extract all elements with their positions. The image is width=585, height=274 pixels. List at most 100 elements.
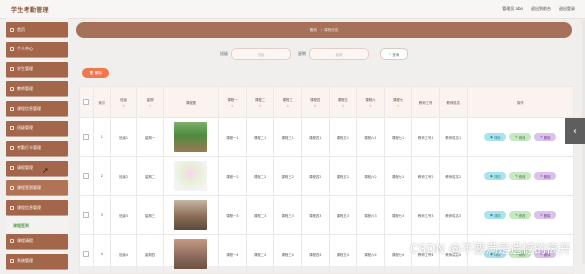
- edit-button[interactable]: ✎ 修改: [509, 211, 532, 219]
- sidebar-item-profile[interactable]: 个人中心: [6, 41, 68, 57]
- cell-c1: 课程一1: [218, 117, 247, 157]
- sidebar-item-teachers[interactable]: 教师管理: [6, 81, 68, 97]
- course-image[interactable]: [174, 161, 208, 191]
- sidebar-item-students[interactable]: 学生管理: [6, 61, 68, 77]
- cell-c2: 课程二1: [245, 117, 275, 157]
- cell-index: 1: [92, 117, 111, 157]
- cell-c7: 课程七2: [383, 156, 413, 196]
- top-bar: 学生考勤管理 管理员 abo 退出到前台 退出登录: [0, 0, 585, 19]
- course-image[interactable]: [174, 239, 208, 269]
- cell-c2: 课程二4: [245, 234, 275, 274]
- sidebar-item-course-leave[interactable]: 课程请假: [6, 233, 68, 249]
- trash-icon: 🗑: [89, 71, 94, 75]
- cell-week: 星期三: [136, 195, 164, 235]
- mouse-cursor-icon: ➚: [42, 166, 49, 175]
- watermark: CSDN @不要满是遗憾的离开: [409, 242, 571, 256]
- cell-teacher-name: 教师姓名1: [438, 117, 468, 157]
- col-c6[interactable]: 课程六 ⇅: [356, 86, 385, 118]
- edit-button[interactable]: ✎ 修改: [509, 133, 532, 141]
- col-c7[interactable]: 课程七 ⇅: [383, 86, 413, 118]
- row-delete-button[interactable]: ✕ 删除: [534, 133, 557, 141]
- view-button[interactable]: ◉ 详情: [484, 172, 507, 180]
- view-button[interactable]: ◉ 详情: [484, 133, 507, 141]
- leave-icon: [10, 166, 14, 171]
- col-c2[interactable]: 课程二 ⇅: [245, 86, 275, 118]
- edit-button[interactable]: ✎ 修改: [509, 172, 532, 180]
- week-input[interactable]: 星期: [309, 48, 369, 60]
- col-class[interactable]: 班级 ⇅: [109, 86, 138, 118]
- table-row: 3 班级3 星期三 课程一3 课程二3 课程三3 课程四3 课程五3 课程六3 课程七3 教师工号3…: [79, 195, 575, 235]
- sort-icon: ⇅: [286, 103, 289, 108]
- cell-c6: 课程六1: [356, 117, 385, 157]
- cell-class: 班级4: [109, 234, 138, 274]
- cell-index: 3: [92, 195, 111, 235]
- cell-c5: 课程五2: [328, 156, 358, 196]
- sidebar-item-attendance[interactable]: 考勤打卡管理: [6, 140, 68, 156]
- exit-home-link[interactable]: 退出到前台: [531, 6, 551, 12]
- course-image[interactable]: [174, 200, 208, 230]
- signin-icon: [10, 185, 14, 190]
- app-title: 学生考勤管理: [11, 7, 49, 14]
- cell-index: 4: [92, 234, 111, 274]
- cell-image: [162, 195, 220, 235]
- col-c5[interactable]: 课程五 ⇅: [328, 86, 358, 118]
- breadcrumb: 首页 / 课程信息: [76, 22, 572, 38]
- teacher-icon: [10, 86, 14, 91]
- breadcrumb-home[interactable]: 首页: [310, 28, 317, 33]
- row-checkbox[interactable]: [79, 234, 94, 274]
- cell-c3: 课程三2: [273, 156, 302, 196]
- sort-icon: ⇅: [369, 103, 372, 108]
- chevron-left-icon[interactable]: ‹: [565, 118, 585, 144]
- col-c3[interactable]: 课程三 ⇅: [273, 86, 302, 118]
- row-checkbox[interactable]: [79, 195, 94, 235]
- sidebar-item-course-info[interactable]: 课程信息管理: [6, 200, 68, 216]
- col-image: 课程图: [162, 86, 220, 118]
- delete-button[interactable]: 🗑 删除: [82, 68, 109, 78]
- clock-icon: [10, 146, 14, 151]
- cell-actions: ◉ 详情 ✎ 修改 ✕ 删除: [466, 195, 575, 235]
- trash-icon: ✕: [540, 213, 543, 217]
- search-icon: ⌕: [388, 52, 391, 56]
- cell-teacher-id: 教师工号2: [411, 156, 440, 196]
- sort-icon: ⇅: [231, 103, 234, 108]
- sort-icon: ⇅: [396, 103, 400, 108]
- col-week[interactable]: 星期 ⇅: [136, 86, 164, 118]
- col-teacher-name: 教师姓名: [438, 86, 468, 118]
- sidebar: 首页 个人中心 学生管理 教师管理 课程信息管理 班级管理 考勤打卡管理 请假管…: [6, 18, 68, 269]
- cell-teacher-id: 教师工号1: [411, 117, 440, 157]
- select-all-checkbox[interactable]: [79, 86, 94, 118]
- sort-icon: ⇅: [148, 103, 152, 108]
- cell-c7: 课程七1: [383, 117, 413, 157]
- cell-c7: 课程七4: [383, 234, 413, 274]
- cell-c1: 课程一4: [218, 234, 247, 274]
- admin-label: 管理员 abo: [502, 6, 523, 11]
- cell-c3: 课程三4: [273, 234, 302, 274]
- sidebar-item-leave[interactable]: 请假管理: [6, 160, 68, 176]
- sidebar-item-home[interactable]: 首页: [6, 22, 68, 37]
- sidebar-item-course-info-admin[interactable]: 课程信息管理: [6, 101, 68, 117]
- pencil-icon: ✎: [515, 135, 518, 139]
- breadcrumb-current: 课程信息: [324, 27, 339, 32]
- row-delete-button[interactable]: ✕ 删除: [534, 172, 557, 180]
- course-image[interactable]: [174, 122, 208, 152]
- cell-c5: 课程五4: [328, 234, 358, 274]
- sidebar-item-classes[interactable]: 班级管理: [6, 120, 68, 136]
- col-c4[interactable]: 课程四 ⇅: [300, 86, 330, 118]
- class-input[interactable]: 班级: [231, 48, 291, 60]
- table-row: 2 班级2 星期二 课程一2 课程二2 课程三2 课程四2 课程五2 课程六2 课程七2 教师工号2…: [79, 156, 575, 196]
- row-checkbox[interactable]: [79, 117, 94, 157]
- search-button[interactable]: ⌕ 查询: [380, 48, 408, 60]
- row-checkbox[interactable]: [79, 156, 94, 196]
- sidebar-item-course-signin-admin[interactable]: 课程签到管理: [6, 180, 68, 196]
- col-c1[interactable]: 课程一 ⇅: [218, 86, 247, 118]
- sidebar-subitem-course-signin[interactable]: 课程签到: [6, 220, 68, 232]
- eye-icon: ◉: [490, 135, 493, 139]
- row-delete-button[interactable]: ✕ 删除: [534, 211, 557, 219]
- cell-c6: 课程六3: [356, 195, 385, 235]
- logout-link[interactable]: 退出登录: [559, 6, 575, 12]
- search-row: 班级 班级 星期 星期 ⌕ 查询: [220, 48, 408, 60]
- home-icon: [10, 27, 14, 32]
- sidebar-item-system[interactable]: 系统管理: [6, 253, 68, 269]
- cell-image: [162, 117, 220, 157]
- view-button[interactable]: ◉ 详情: [484, 211, 507, 219]
